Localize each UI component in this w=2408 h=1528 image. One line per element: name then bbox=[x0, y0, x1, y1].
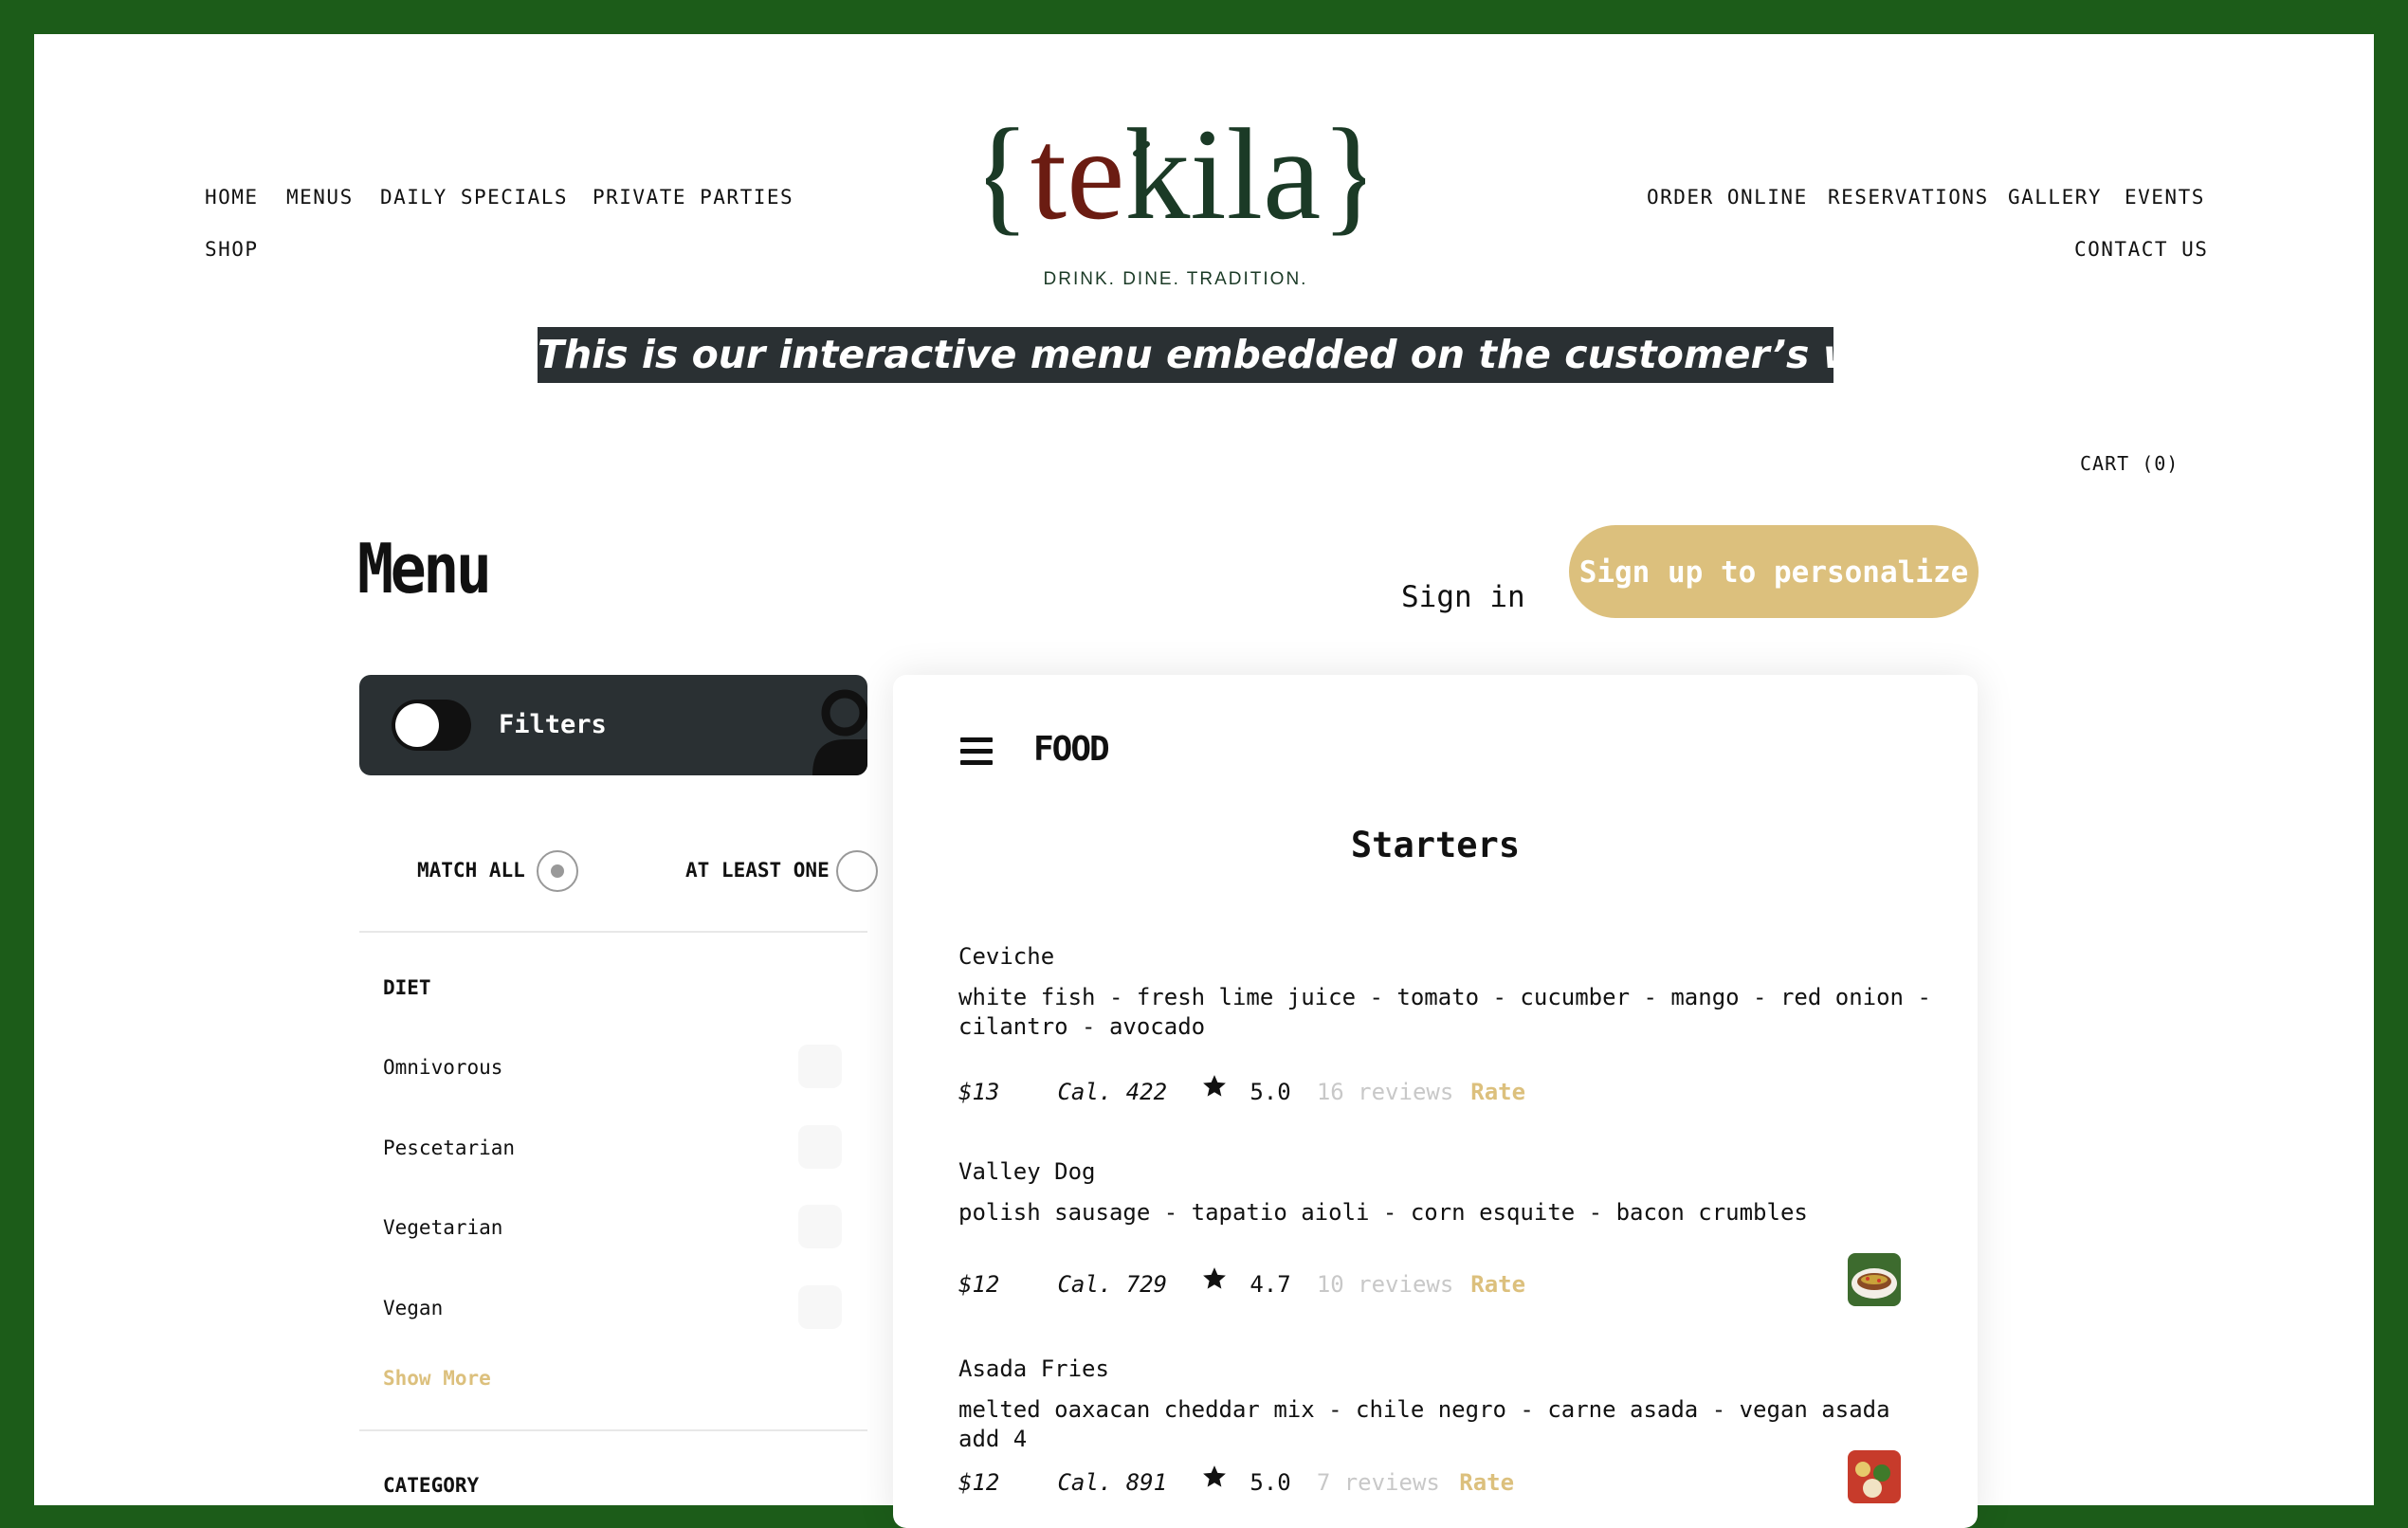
item-reviews[interactable]: 10 reviews bbox=[1317, 1271, 1457, 1298]
diet-omnivorous-label: Omnivorous bbox=[383, 1056, 503, 1079]
star-icon bbox=[1202, 1465, 1226, 1487]
embed-banner: This is our interactive menu embedded on… bbox=[538, 327, 1995, 383]
logo-tagline: DRINK. DINE. TRADITION. bbox=[1044, 269, 1308, 289]
item-description: white fish - fresh lime juice - tomato -… bbox=[958, 984, 1931, 1040]
nav-events[interactable]: EVENTS bbox=[2125, 186, 2205, 209]
diet-pescetarian-label: Pescetarian bbox=[383, 1137, 516, 1159]
diet-vegan-label: Vegan bbox=[383, 1297, 444, 1319]
diet-vegetarian-checkbox[interactable] bbox=[798, 1205, 842, 1248]
item-reviews[interactable]: 7 reviews bbox=[1317, 1469, 1446, 1496]
item-price: $12 bbox=[958, 1271, 1000, 1298]
rate-link[interactable]: Rate bbox=[1459, 1469, 1514, 1496]
diet-vegan-checkbox[interactable] bbox=[798, 1285, 842, 1329]
category-heading-starters: Starters bbox=[1350, 825, 1521, 865]
item-calories: Cal. 729 bbox=[1057, 1271, 1168, 1298]
item-photo-thumbnail[interactable] bbox=[1848, 1450, 1901, 1503]
nav-private-parties[interactable]: PRIVATE PARTIES bbox=[593, 186, 794, 209]
filters-header: Filters bbox=[359, 675, 867, 775]
section-title: FOOD bbox=[1033, 730, 1110, 769]
item-reviews[interactable]: 16 reviews bbox=[1317, 1079, 1457, 1105]
category-heading: CATEGORY bbox=[383, 1474, 480, 1497]
nav-daily-specials[interactable]: DAILY SPECIALS bbox=[380, 186, 568, 209]
sign-in-link[interactable]: Sign in bbox=[1401, 580, 1525, 614]
diet-omnivorous-checkbox[interactable] bbox=[798, 1045, 842, 1088]
star-icon bbox=[1202, 1267, 1226, 1289]
person-icon bbox=[812, 689, 867, 775]
divider bbox=[359, 1429, 867, 1431]
rate-link[interactable]: Rate bbox=[1470, 1271, 1525, 1298]
nav-menus[interactable]: MENUS bbox=[286, 186, 354, 209]
divider bbox=[359, 931, 867, 933]
item-meta: $12 Cal. 891 5.0 7 reviews Rate bbox=[958, 1464, 1514, 1496]
diet-vegetarian-label: Vegetarian bbox=[383, 1216, 503, 1239]
item-description: melted oaxacan cheddar mix - chile negro… bbox=[958, 1396, 1890, 1452]
page-title: Menu bbox=[357, 529, 492, 609]
show-more-link[interactable]: Show More bbox=[383, 1367, 491, 1390]
at-least-one-radio[interactable] bbox=[836, 850, 878, 892]
nav-shop[interactable]: SHOP bbox=[205, 238, 259, 261]
food-photo-icon bbox=[1848, 1450, 1901, 1503]
item-rating: 5.0 bbox=[1250, 1079, 1291, 1105]
nav-reservations[interactable]: RESERVATIONS bbox=[1828, 186, 1989, 209]
item-meta: $12 Cal. 729 4.7 10 reviews Rate bbox=[958, 1266, 1525, 1298]
cart-link[interactable]: CART (0) bbox=[2080, 452, 2179, 475]
nav-gallery[interactable]: GALLERY bbox=[2008, 186, 2102, 209]
hamburger-icon[interactable] bbox=[960, 737, 993, 766]
item-name[interactable]: Ceviche bbox=[958, 943, 1054, 970]
item-rating: 5.0 bbox=[1250, 1469, 1291, 1496]
nav-order-online[interactable]: ORDER ONLINE bbox=[1647, 186, 1808, 209]
sign-up-button[interactable]: Sign up to personalize bbox=[1569, 525, 1979, 618]
item-description: polish sausage - tapatio aioli - corn es… bbox=[958, 1199, 1808, 1226]
match-all-radio[interactable] bbox=[537, 850, 578, 892]
svg-text:{tekila}: {tekila} bbox=[986, 104, 1365, 246]
diet-pescetarian-checkbox[interactable] bbox=[798, 1125, 842, 1169]
filters-label: Filters bbox=[499, 710, 607, 739]
item-name[interactable]: Valley Dog bbox=[958, 1158, 1096, 1185]
item-meta: $13 Cal. 422 5.0 16 reviews Rate bbox=[958, 1074, 1525, 1105]
item-calories: Cal. 891 bbox=[1057, 1469, 1168, 1496]
item-price: $13 bbox=[958, 1079, 1000, 1105]
filters-toggle[interactable] bbox=[392, 700, 471, 751]
tekila-logo[interactable]: {tekila} DRINK. DINE. TRADITION. bbox=[986, 104, 1365, 294]
item-rating: 4.7 bbox=[1250, 1271, 1291, 1298]
diet-heading: DIET bbox=[383, 976, 431, 999]
item-calories: Cal. 422 bbox=[1057, 1079, 1168, 1105]
nav-home[interactable]: HOME bbox=[205, 186, 259, 209]
match-all-label: MATCH ALL bbox=[417, 859, 525, 882]
item-price: $12 bbox=[958, 1469, 1000, 1496]
toggle-knob bbox=[395, 703, 439, 747]
nav-contact-us[interactable]: CONTACT US bbox=[2074, 238, 2208, 261]
at-least-one-label: AT LEAST ONE bbox=[685, 859, 830, 882]
rate-link[interactable]: Rate bbox=[1470, 1079, 1525, 1105]
food-photo-icon bbox=[1848, 1253, 1901, 1306]
star-icon bbox=[1202, 1075, 1226, 1097]
item-name[interactable]: Asada Fries bbox=[958, 1355, 1109, 1382]
item-photo-thumbnail[interactable] bbox=[1848, 1253, 1901, 1306]
